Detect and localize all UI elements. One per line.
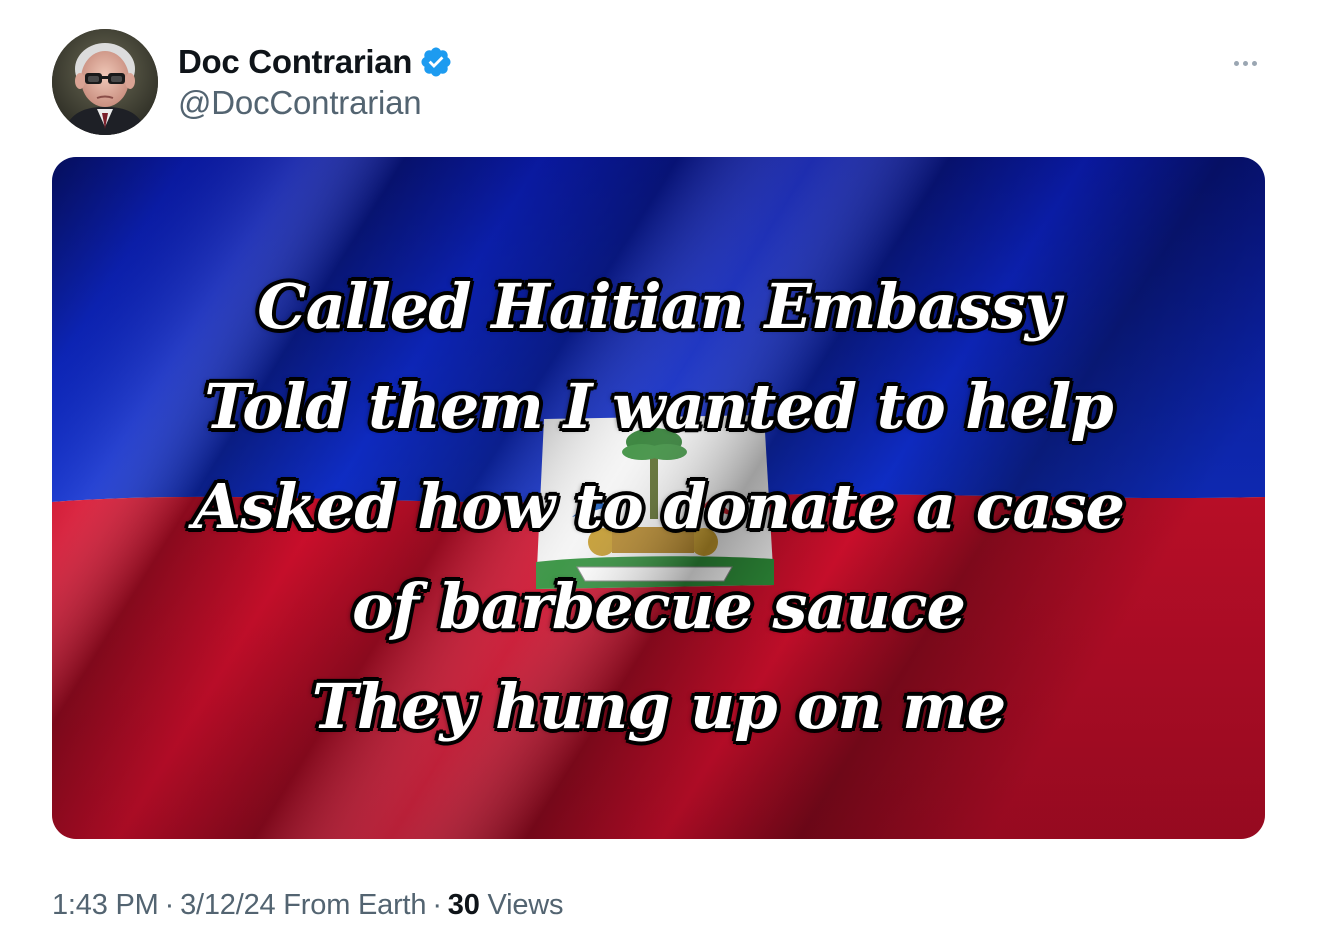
caption-line: Asked how to donate a case bbox=[193, 470, 1125, 543]
views-count: 30 bbox=[447, 889, 480, 921]
caption-line: of barbecue sauce bbox=[352, 570, 966, 643]
avatar-image bbox=[52, 29, 158, 135]
more-options-button[interactable] bbox=[1225, 46, 1265, 80]
views-label: Views bbox=[487, 889, 564, 921]
display-name[interactable]: Doc Contrarian bbox=[178, 43, 412, 81]
tweet: Doc Contrarian @DocContrarian Called Hai… bbox=[0, 0, 1317, 949]
more-horizontal-icon bbox=[1233, 60, 1239, 66]
name-row: Doc Contrarian bbox=[178, 40, 453, 84]
tweet-date[interactable]: 3/12/24 bbox=[180, 889, 276, 921]
separator: · bbox=[164, 889, 175, 921]
image-caption: Called Haitian Embassy Told them I wante… bbox=[52, 157, 1265, 839]
verified-badge-icon[interactable] bbox=[419, 45, 453, 79]
caption-line: Called Haitian Embassy bbox=[257, 270, 1061, 343]
user-handle[interactable]: @DocContrarian bbox=[178, 84, 453, 122]
more-horizontal-icon-dot bbox=[1242, 60, 1248, 66]
user-block[interactable]: Doc Contrarian @DocContrarian bbox=[178, 40, 453, 122]
tweet-image[interactable]: Called Haitian Embassy Told them I wante… bbox=[52, 157, 1265, 839]
tweet-time[interactable]: 1:43 PM bbox=[52, 889, 159, 921]
caption-line: Told them I wanted to help bbox=[204, 370, 1113, 443]
more-horizontal-icon-dot bbox=[1251, 60, 1257, 66]
tweet-location: From Earth bbox=[283, 889, 427, 921]
caption-line: They hung up on me bbox=[311, 670, 1007, 743]
avatar[interactable] bbox=[52, 29, 158, 135]
separator: · bbox=[432, 889, 442, 921]
tweet-meta: 1:43 PM · 3/12/24 From Earth · 30 Views bbox=[52, 889, 564, 922]
